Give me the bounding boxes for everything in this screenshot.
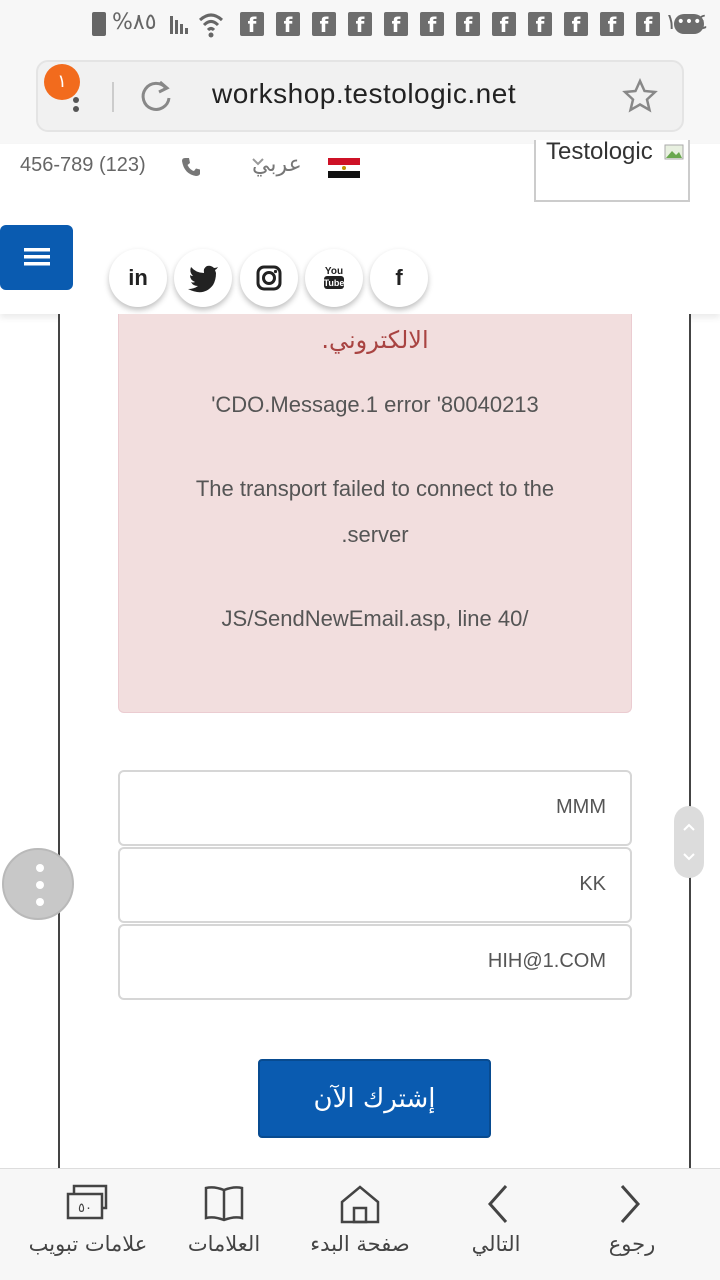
facebook-notification-icon: f xyxy=(600,12,624,37)
floating-menu-button[interactable] xyxy=(2,848,74,920)
facebook-notification-icon: f xyxy=(420,12,444,37)
nav-bookmarks[interactable]: العلامات xyxy=(152,1168,296,1280)
logo-text: Testologic xyxy=(546,140,653,165)
facebook-notification-icon: f xyxy=(636,12,660,37)
youtube-icon: You Tube xyxy=(324,266,345,289)
site-logo[interactable]: Testologic xyxy=(534,140,690,202)
nav-home[interactable]: صفحة البدء xyxy=(288,1168,432,1280)
facebook-notification-icon: f xyxy=(492,12,516,37)
facebook-notification-icon: f xyxy=(276,12,300,37)
back-chevron-icon xyxy=(487,1185,508,1223)
instagram-icon xyxy=(256,265,282,291)
twitter-icon xyxy=(188,265,218,293)
nav-back[interactable]: رجوع xyxy=(560,1168,704,1280)
facebook-notification-icon: f xyxy=(240,12,264,37)
nav-tabs-label: علامات تبويب xyxy=(28,1232,148,1256)
forward-chevron-icon xyxy=(620,1185,641,1223)
facebook-notification-icon: f xyxy=(348,12,372,37)
twitter-button[interactable] xyxy=(174,249,232,307)
bookmark-star-icon[interactable] xyxy=(622,78,658,114)
scroll-handle[interactable] xyxy=(674,806,704,878)
nav-next[interactable]: التالي xyxy=(424,1168,568,1280)
facebook-icon: f xyxy=(395,265,403,290)
instagram-button[interactable] xyxy=(240,249,298,307)
broken-image-icon xyxy=(664,144,684,160)
facebook-notification-icon: f xyxy=(384,12,408,37)
nav-tabs[interactable]: ٥٠ علامات تبويب xyxy=(16,1168,160,1280)
name-field-value[interactable]: MMM xyxy=(556,796,606,819)
hamburger-icon[interactable] xyxy=(24,246,50,268)
svg-text:You: You xyxy=(325,266,343,277)
email-field-value[interactable]: HIH@1.COM xyxy=(488,950,606,973)
facebook-notification-icon: f xyxy=(312,12,336,37)
wifi-icon xyxy=(198,13,224,38)
home-icon xyxy=(340,1185,380,1224)
header-phone[interactable]: 456-789 (123) xyxy=(20,154,146,177)
svg-text:Tube: Tube xyxy=(324,278,345,288)
address-divider xyxy=(112,82,114,112)
alert-arabic-text: الالكتروني. xyxy=(321,326,429,354)
alert-transport-message: The transport failed to connect to the xyxy=(195,476,555,501)
tabs-icon: ٥٠ xyxy=(66,1184,108,1220)
battery-icon xyxy=(92,12,106,36)
nav-back-label: رجوع xyxy=(608,1232,656,1256)
facebook-button[interactable]: f xyxy=(370,249,428,307)
signal-icon xyxy=(170,16,188,34)
email-field[interactable]: HIH@1.COM xyxy=(118,924,632,1000)
phone-icon xyxy=(182,158,200,176)
facebook-notification-icon: f xyxy=(564,12,588,37)
url-text[interactable]: workshop.testologic.net xyxy=(212,78,516,110)
surname-field[interactable]: KK xyxy=(118,847,632,923)
nav-home-label: صفحة البدء xyxy=(310,1232,410,1256)
nav-next-label: التالي xyxy=(471,1232,521,1256)
browser-menu-icon[interactable] xyxy=(72,86,80,112)
bookmarks-icon xyxy=(204,1186,244,1222)
surname-field-value[interactable]: KK xyxy=(579,873,606,896)
nav-bookmarks-label: العلامات xyxy=(187,1232,261,1256)
subscribe-button[interactable]: إشترك الآن xyxy=(258,1059,491,1138)
battery-percent: %٨٥ xyxy=(112,10,157,35)
error-alert xyxy=(118,314,632,713)
alert-source-line: JS/SendNewEmail.asp, line 40/ xyxy=(221,606,529,631)
reload-icon[interactable] xyxy=(138,78,174,114)
chevron-down-icon[interactable] xyxy=(250,156,266,168)
youtube-button[interactable]: You Tube xyxy=(305,249,363,307)
svg-text:٥٠: ٥٠ xyxy=(78,1201,92,1216)
status-bar: ١:٤٤ م %٨٥ f f f f f f f f f f f f ••• xyxy=(0,0,720,48)
egypt-flag-icon[interactable] xyxy=(328,158,360,178)
more-notifications-icon: ••• xyxy=(674,14,704,34)
alert-transport-message-end: .server xyxy=(341,522,409,547)
alert-error-code: 'CDO.Message.1 error '80040213 xyxy=(211,392,539,417)
name-field[interactable]: MMM xyxy=(118,770,632,846)
scroll-arrows-icon xyxy=(683,823,695,861)
linkedin-button[interactable]: in xyxy=(109,249,167,307)
linkedin-icon: in xyxy=(128,265,148,290)
facebook-notification-icon: f xyxy=(528,12,552,37)
facebook-notification-icon: f xyxy=(456,12,480,37)
